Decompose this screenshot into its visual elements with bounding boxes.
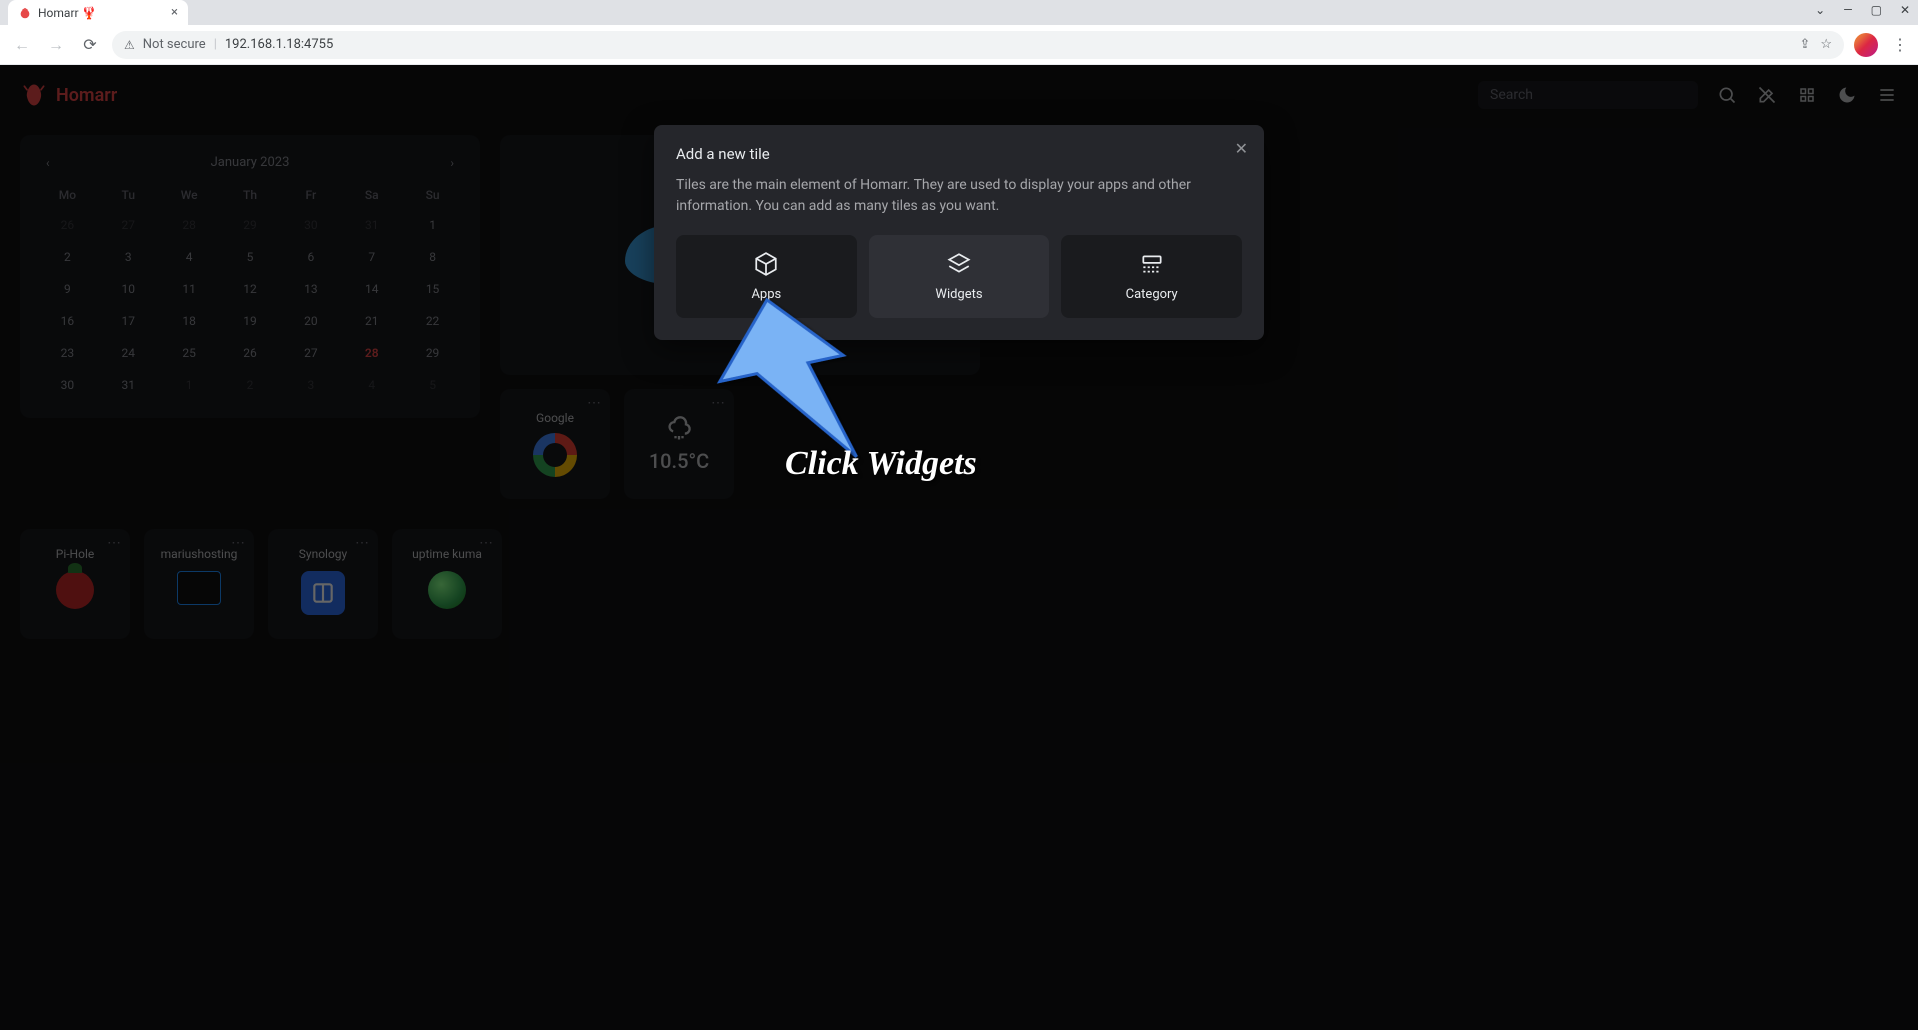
browser-toolbar: ← → ⟳ ⚠ Not secure | 192.168.1.18:4755 ⇪…: [0, 25, 1918, 65]
chrome-menu-icon[interactable]: ⋮: [1892, 35, 1908, 54]
address-bar[interactable]: ⚠ Not secure | 192.168.1.18:4755 ⇪ ☆: [112, 31, 1844, 59]
add-tile-modal: Add a new tile ✕ Tiles are the main elem…: [654, 125, 1264, 340]
section-icon: [1139, 251, 1165, 277]
url-text: 192.168.1.18:4755: [225, 37, 333, 52]
close-window-icon[interactable]: ✕: [1900, 3, 1910, 17]
app-root: Homarr Search ‹ January: [0, 65, 1918, 1030]
modal-title: Add a new tile: [676, 145, 1242, 163]
tab-title: Homarr 🦞: [38, 6, 97, 20]
browser-chrome: Homarr 🦞 × ⌄ — ▢ ✕ ← → ⟳ ⚠ Not secure | …: [0, 0, 1918, 65]
maximize-icon[interactable]: ▢: [1871, 3, 1882, 17]
window-controls: ⌄ — ▢ ✕: [1815, 3, 1910, 17]
option-label: Category: [1126, 287, 1178, 302]
layers-icon: [946, 251, 972, 277]
modal-description: Tiles are the main element of Homarr. Th…: [676, 175, 1242, 217]
not-secure-icon: ⚠: [124, 38, 135, 52]
caret-down-icon[interactable]: ⌄: [1815, 3, 1825, 17]
reload-button[interactable]: ⟳: [78, 35, 102, 54]
cube-icon: [753, 251, 779, 277]
back-button[interactable]: ←: [10, 35, 34, 55]
share-icon[interactable]: ⇪: [1799, 37, 1810, 52]
minimize-icon[interactable]: —: [1843, 3, 1852, 17]
add-category-option[interactable]: Category: [1061, 235, 1242, 318]
option-label: Apps: [751, 287, 781, 302]
modal-close-button[interactable]: ✕: [1235, 139, 1248, 158]
not-secure-label: Not secure: [143, 37, 206, 52]
forward-button[interactable]: →: [44, 35, 68, 55]
browser-tab[interactable]: Homarr 🦞 ×: [8, 0, 188, 25]
add-widgets-option[interactable]: Widgets: [869, 235, 1050, 318]
tab-favicon-icon: [18, 6, 32, 20]
option-label: Widgets: [935, 287, 982, 302]
tab-bar: Homarr 🦞 × ⌄ — ▢ ✕: [0, 0, 1918, 25]
profile-avatar-icon[interactable]: [1854, 33, 1878, 57]
bookmark-icon[interactable]: ☆: [1820, 37, 1832, 52]
add-apps-option[interactable]: Apps: [676, 235, 857, 318]
tab-close-icon[interactable]: ×: [171, 5, 178, 20]
